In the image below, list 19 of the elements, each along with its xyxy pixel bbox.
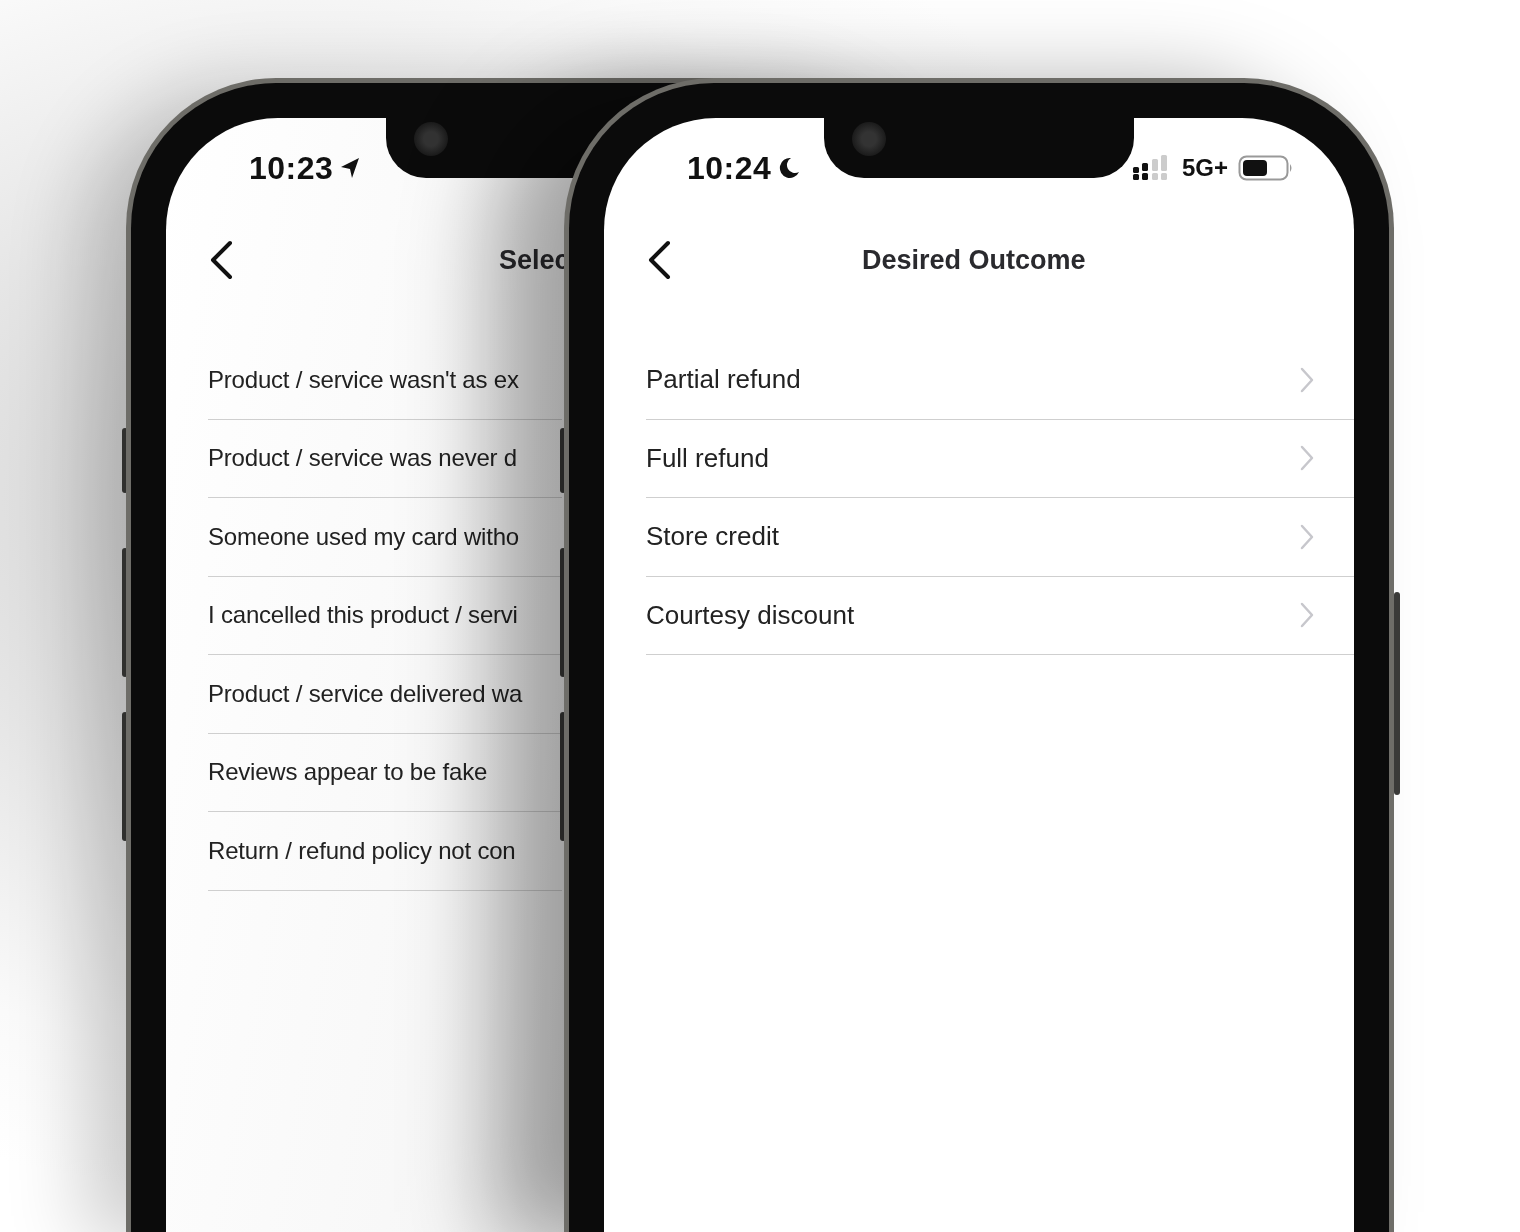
front-camera [414,122,448,156]
chevron-icon [1300,445,1314,472]
clock-time: 10:23 [249,149,334,187]
option-row[interactable]: Courtesy discount [646,576,1354,655]
front-camera [852,122,886,156]
option-row[interactable]: Partial refund [646,341,1354,420]
back-icon[interactable] [646,240,672,280]
chevron-icon [1300,523,1314,550]
option-row[interactable]: Store credit [646,498,1354,577]
back-icon[interactable] [208,240,234,280]
screen-title: Desired Outcome [862,244,1086,276]
option-row[interactable]: Product / service wasn't as ex [208,341,562,420]
chevron-icon [1300,602,1314,629]
chevron-icon [1300,366,1314,393]
battery-icon [1238,155,1294,181]
network-label: 5G+ [1181,154,1228,182]
moon-icon [777,156,802,180]
clock-time: 10:24 [687,149,772,187]
option-row[interactable]: Full refund [646,419,1354,498]
